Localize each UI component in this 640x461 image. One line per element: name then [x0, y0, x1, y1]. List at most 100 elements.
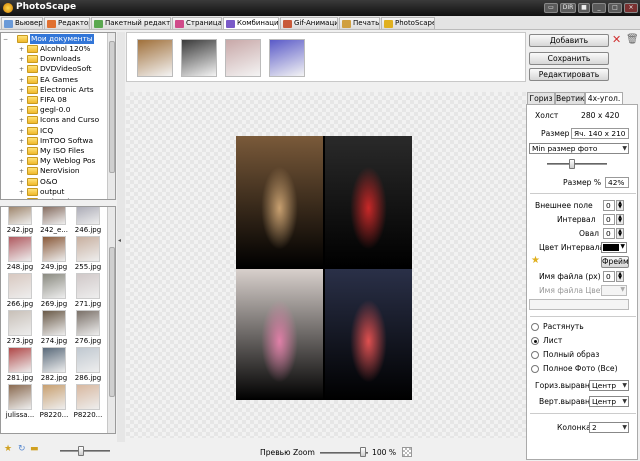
columns-select[interactable]: 2 ▼ [589, 422, 629, 433]
expand-icon[interactable]: + [19, 149, 24, 155]
collage-preview[interactable] [236, 136, 412, 400]
file-thumbnail[interactable]: 282.jpg [39, 347, 69, 383]
thumb-size-knob[interactable] [78, 446, 84, 456]
viewer-icon [4, 20, 13, 28]
file-thumbnail[interactable]: 271.jpg [73, 273, 103, 309]
file-thumbnail[interactable]: 273.jpg [5, 310, 35, 346]
expand-icon[interactable]: + [19, 87, 24, 93]
file-thumbnail[interactable]: 242.jpg [5, 207, 35, 235]
valign-select[interactable]: Центр ▼ [589, 396, 629, 407]
collapse-icon[interactable]: − [3, 37, 8, 43]
collage-photo-guitar[interactable] [325, 136, 412, 267]
frame-button[interactable]: Фрейм [601, 256, 629, 268]
expand-icon[interactable]: + [19, 179, 24, 185]
oval-input[interactable]: 0 [603, 228, 615, 239]
expand-icon[interactable]: + [19, 67, 24, 73]
file-thumbnail[interactable]: 286.jpg [73, 347, 103, 383]
file-thumbnail[interactable]: 255.jpg [73, 236, 103, 272]
tab-print[interactable]: Печать [339, 17, 380, 29]
expand-icon[interactable]: + [19, 169, 24, 175]
thumb-size-slider[interactable] [60, 450, 110, 452]
transparency-icon[interactable] [402, 447, 412, 457]
file-thumbnail[interactable]: P8220... [39, 384, 69, 420]
collage-photo-teddy[interactable] [236, 136, 323, 267]
save-button[interactable]: Сохранить [529, 52, 609, 65]
strip-thumbnail-girl-in-pink[interactable] [225, 39, 261, 77]
expand-icon[interactable]: + [19, 128, 24, 134]
tab-batch-editor[interactable]: Пакетный редактор [91, 17, 171, 29]
size-slider[interactable] [547, 163, 607, 165]
file-thumbnail[interactable]: 269.jpg [39, 273, 69, 309]
file-thumbnail[interactable]: 276.jpg [73, 310, 103, 346]
collage-photo-group[interactable] [325, 269, 412, 400]
expand-icon[interactable]: + [19, 47, 24, 53]
expand-icon[interactable]: + [19, 77, 24, 83]
strip-thumbnail-girl-with-guitar[interactable] [181, 39, 217, 77]
zoom-slider-knob[interactable] [360, 447, 367, 457]
scroll-thumb[interactable] [109, 41, 115, 173]
file-thumbnail[interactable]: 281.jpg [5, 347, 35, 383]
tab-gif-animation[interactable]: Gif-Анимация [280, 17, 338, 29]
halign-select[interactable]: Центр ▼ [589, 380, 629, 391]
size-percent-value[interactable]: 42% [605, 177, 629, 188]
expand-icon[interactable]: + [19, 108, 24, 114]
folder-icon [27, 106, 38, 115]
oval-stepper[interactable]: ▲ ▼ [616, 228, 624, 239]
folder-icon [27, 55, 38, 64]
close-button[interactable]: × [624, 3, 638, 13]
strip-thumbnail-group-photo[interactable] [269, 39, 305, 77]
size-slider-knob[interactable] [569, 159, 576, 169]
folder-open-icon[interactable]: ▬ [30, 444, 39, 454]
fullscreen-button[interactable]: ■ [578, 3, 590, 13]
file-scrollbar[interactable] [107, 207, 115, 433]
folder-scrollbar[interactable] [107, 33, 115, 199]
remove-icon[interactable]: ✕ [612, 33, 621, 46]
tab-combine[interactable]: Комбинация [223, 17, 279, 29]
minimize-button[interactable]: _ [592, 3, 606, 13]
file-thumbnail[interactable]: 246.jpg [73, 207, 103, 235]
tab-viewer[interactable]: Вьювер [1, 17, 43, 29]
interval-color-picker[interactable]: ▼ [601, 242, 627, 253]
scroll-thumb[interactable] [109, 247, 115, 397]
outer-margin-stepper[interactable]: ▲ ▼ [616, 200, 624, 211]
window-mode-button[interactable]: ▭ [544, 3, 558, 13]
photo-size-select[interactable]: Min размер фото ▼ [529, 143, 629, 154]
radio-stretch[interactable] [531, 323, 539, 331]
expand-icon[interactable]: + [19, 138, 24, 144]
edit-button[interactable]: Редактировать [529, 68, 609, 81]
trash-icon[interactable]: 🗑 [626, 34, 639, 45]
tab-photoscape[interactable]: PhotoScape [381, 17, 435, 29]
file-thumbnail[interactable]: 248.jpg [5, 236, 35, 272]
file-thumbnail[interactable]: 249.jpg [39, 236, 69, 272]
refresh-icon[interactable]: ↻ [18, 444, 26, 454]
expand-icon[interactable]: + [19, 57, 24, 63]
star-icon[interactable]: ★ [531, 255, 540, 266]
expand-icon[interactable]: + [19, 189, 24, 195]
dir-button[interactable]: DIR [560, 3, 576, 13]
file-thumbnail[interactable]: P8220... [73, 384, 103, 420]
file-thumbnail[interactable]: 242_e... [39, 207, 69, 235]
file-thumbnail[interactable]: julissa... [5, 384, 35, 420]
radio-full-photo-all[interactable] [531, 365, 539, 373]
radio-full-image[interactable] [531, 351, 539, 359]
filename-size-stepper[interactable]: ▲ ▼ [616, 271, 624, 282]
filename-size-input[interactable]: 0 [603, 271, 615, 282]
star-icon[interactable]: ★ [4, 444, 12, 454]
outer-margin-input[interactable]: 0 [603, 200, 615, 211]
collapse-left-icon[interactable]: ◂ [118, 237, 121, 244]
tab-editor[interactable]: Редактор [44, 17, 90, 29]
maximize-button[interactable]: □ [608, 3, 622, 13]
expand-icon[interactable]: + [19, 159, 24, 165]
interval-input[interactable]: 0 [603, 214, 615, 225]
file-thumbnail[interactable]: 266.jpg [5, 273, 35, 309]
expand-icon[interactable]: + [19, 118, 24, 124]
file-thumbnail[interactable]: 274.jpg [39, 310, 69, 346]
expand-icon[interactable]: + [19, 98, 24, 104]
strip-thumbnail-girl-with-teddy[interactable] [137, 39, 173, 77]
add-button[interactable]: Добавить [529, 34, 609, 47]
panel-splitter[interactable]: ◂ [117, 32, 125, 442]
radio-sheet[interactable] [531, 337, 539, 345]
interval-stepper[interactable]: ▲ ▼ [616, 214, 624, 225]
tab-page[interactable]: Страница [172, 17, 222, 29]
collage-photo-pink[interactable] [236, 269, 323, 400]
